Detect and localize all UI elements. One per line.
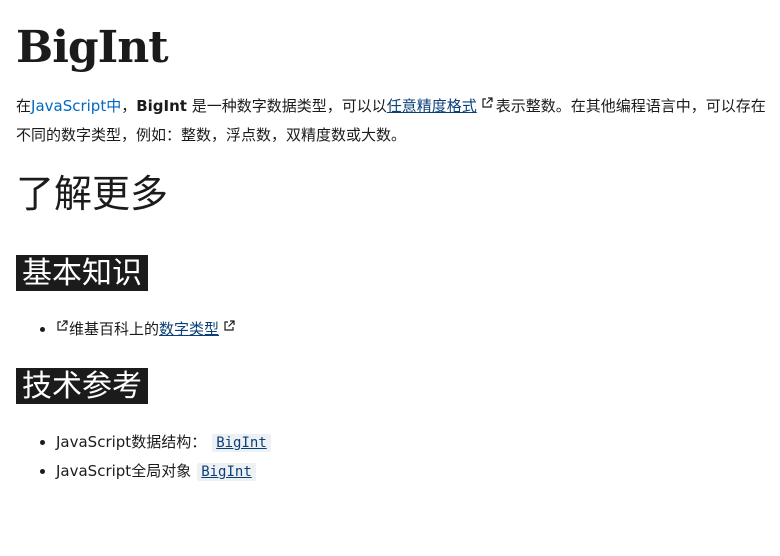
external-link-icon xyxy=(481,97,493,109)
external-link-icon xyxy=(223,320,235,332)
technical-reference-list: JavaScript数据结构： BigInt JavaScript全局对象 BigI… xyxy=(16,428,271,486)
arbitrary-precision-link[interactable]: 任意精度格式 xyxy=(387,97,477,115)
list-item: JavaScript全局对象 BigInt xyxy=(56,457,271,486)
technical-reference-heading: 技术参考 xyxy=(16,368,148,404)
external-link-icon xyxy=(56,320,68,332)
list-item: JavaScript数据结构： BigInt xyxy=(56,428,271,457)
wikipedia-prefix: 维基百科上的 xyxy=(69,320,160,338)
intro-text-2: ， xyxy=(121,97,137,115)
bigint-data-structure-link[interactable]: BigInt xyxy=(216,435,267,451)
intro-text-1: 在 xyxy=(16,97,32,115)
basic-knowledge-heading: 基本知识 xyxy=(16,255,148,291)
bigint-term: BigInt xyxy=(136,97,187,115)
list-item: 维基百科上的数字类型 xyxy=(56,315,238,343)
bigint-code-link-container: BigInt xyxy=(197,463,256,481)
data-structures-label: JavaScript数据结构： xyxy=(56,433,207,451)
numeric-types-link[interactable]: 数字类型 xyxy=(159,320,219,338)
bigint-global-object-link[interactable]: BigInt xyxy=(201,464,252,480)
page-title: BigInt xyxy=(16,22,169,73)
intro-text-3: 是一种数字数据类型，可以以 xyxy=(186,97,387,115)
article: BigInt 在JavaScript中，BigInt 是一种数字数据类型，可以以… xyxy=(0,0,780,556)
javascript-link[interactable]: JavaScript中 xyxy=(31,97,121,115)
bigint-code-link-container: BigInt xyxy=(212,434,271,452)
basic-knowledge-list: 维基百科上的数字类型 xyxy=(16,315,238,343)
learn-more-heading: 了解更多 xyxy=(16,172,169,216)
intro-paragraph: 在JavaScript中，BigInt 是一种数字数据类型，可以以任意精度格式表… xyxy=(16,92,771,150)
global-object-label: JavaScript全局对象 xyxy=(56,462,192,480)
